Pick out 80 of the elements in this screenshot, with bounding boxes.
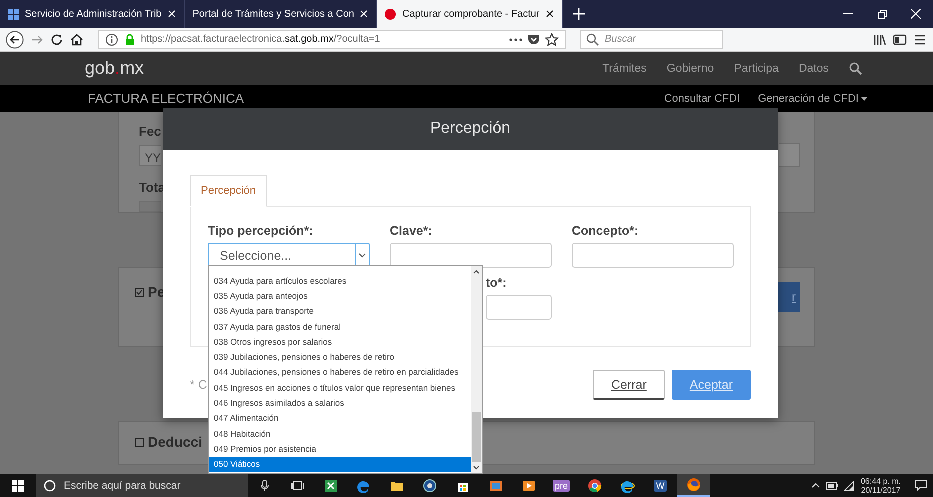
search-icon[interactable] [849,62,863,76]
scroll-down-icon[interactable] [473,465,480,471]
notification-icon[interactable] [915,480,927,491]
field-label: to*: [486,276,508,290]
dropdown-option[interactable]: 038 Otros ingresos por salarios [209,334,471,350]
dropdown-option[interactable]: 044 Jubilaciones, pensiones o haberes de retiro en parcialidades [209,364,471,380]
taskbar-app-button[interactable]: pre [545,474,578,497]
fox-globe-icon[interactable] [686,478,700,492]
back-icon[interactable] [6,30,24,48]
dropdown-option[interactable]: 034 Ayuda para artículos escolares [209,273,471,288]
scroll-up-icon[interactable] [473,269,480,275]
dropdown-option[interactable]: 048 Habitación [209,426,471,442]
chevron-up-icon[interactable] [812,483,820,488]
note-text: * C [190,378,208,392]
address-bar[interactable]: https://pacsat.facturaelectronica.sat.gob.mx/?oculta=1 [98,30,566,49]
pocket-icon[interactable] [527,32,541,46]
dot-icon [385,8,396,20]
reload-icon[interactable] [50,32,64,46]
browser-e-icon[interactable] [620,478,634,492]
section-title: FACTURA ELECTRÓNICA [88,91,244,106]
start-icon[interactable] [12,480,24,492]
close-icon[interactable] [546,10,554,18]
info-icon[interactable] [105,32,119,46]
field-label: Tipo percepción*: [208,224,314,238]
home-icon[interactable] [70,32,84,46]
lock-icon [123,32,137,46]
play-icon[interactable] [522,478,536,492]
dropdown-option[interactable]: 050 Viáticos [209,456,471,472]
menu-icon[interactable] [913,32,927,46]
section-link[interactable]: Generación de CFDI [758,92,868,104]
nav-link[interactable]: Datos [798,62,829,74]
input-field[interactable] [779,143,800,167]
dialog-title: Percepción [430,120,511,138]
dropdown-option[interactable]: 047 Alimentación [209,410,471,426]
field-label: Fec [139,124,162,139]
caret-icon [359,253,366,258]
round-browser-icon[interactable] [588,478,602,492]
checkbox[interactable] [135,288,144,296]
dropdown-option[interactable]: 039 Jubilaciones, pensiones o haberes de retiro [209,349,471,365]
dropdown-option[interactable]: 045 Ingresos en acciones o títulos valor que representan bienes [209,380,471,396]
taskbar-app-button[interactable]: W [644,474,677,497]
search-field[interactable]: Buscar [580,30,723,49]
taskbar-search-field[interactable]: Escribe aquí para buscar [36,474,248,497]
sidebar-icon[interactable] [893,32,907,46]
scrollbar-thumb[interactable] [472,412,481,462]
dropdown-option[interactable]: 035 Ayuda para anteojos [209,288,471,304]
nav-link[interactable]: Gobierno [666,62,714,74]
battery-icon[interactable] [826,482,838,490]
close-button[interactable]: Cerrar [593,370,665,400]
field-label: Concepto*: [572,224,640,238]
field-label: Clave*: [390,224,434,238]
restore-icon[interactable] [878,10,886,18]
dropdown-option[interactable]: 049 Premios por asistencia [209,441,471,457]
grid-icon [8,8,19,20]
caret-icon [861,96,868,101]
input-field[interactable] [139,201,161,212]
site-logo[interactable]: gob.mx [85,58,144,79]
browser-e-icon[interactable] [356,478,370,492]
scrollbar[interactable] [471,266,482,473]
spreadsheet-icon[interactable] [324,478,338,492]
section-link[interactable]: Consultar CFDI [664,92,740,104]
browser-tab[interactable]: Capturar comprobante - Factur [377,0,563,28]
microphone-icon[interactable] [260,480,268,492]
task-view-icon[interactable] [290,478,304,492]
round-logo-icon[interactable] [422,478,436,492]
library-icon[interactable] [873,32,887,46]
dropdown-option[interactable]: 036 Ayuda para transporte [209,304,471,319]
clock[interactable]: 06:44 p. m. 20/11/2017 [860,476,901,494]
dialog-tab[interactable]: Percepción [190,175,268,207]
dropdown-option[interactable]: 046 Ingresos asimilados a salarios [209,395,471,411]
nav-link[interactable]: Trámites [602,62,647,74]
dropdown-option[interactable]: 037 Ayuda para gastos de funeral [209,318,471,334]
photos-icon[interactable] [488,478,502,492]
new-tab-icon[interactable] [572,8,585,20]
wifi-icon[interactable] [844,480,855,490]
nav-link[interactable]: Participa [734,62,779,74]
checkbox[interactable] [135,438,144,446]
more-icon[interactable] [509,38,523,42]
panel-title: Deducci [148,434,202,450]
star-icon[interactable] [545,32,559,46]
